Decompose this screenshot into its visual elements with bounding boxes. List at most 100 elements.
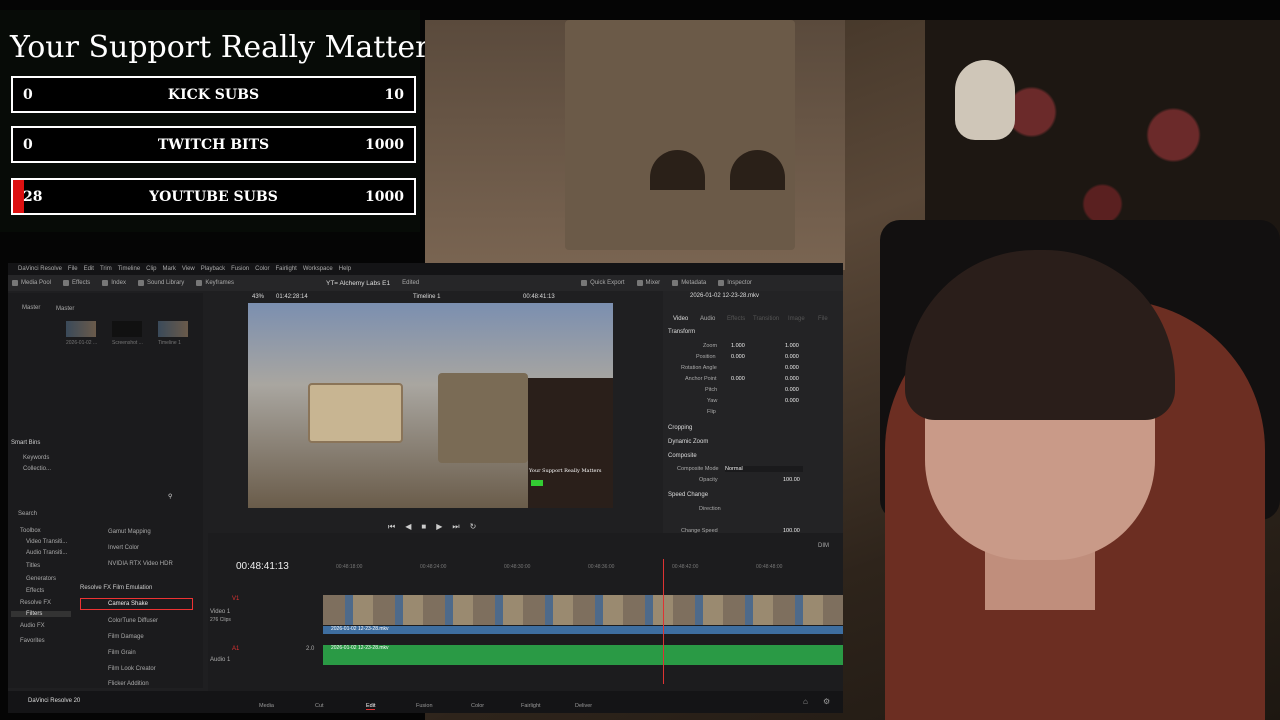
inspector-tab-effects[interactable]: Effects	[727, 316, 745, 322]
sound-library-button[interactable]: Sound Library	[137, 280, 184, 286]
zoom-y[interactable]: 1.000	[785, 343, 799, 349]
toolbox-item[interactable]: Video Transiti...	[26, 539, 67, 545]
timeline-name[interactable]: Timeline 1	[413, 294, 440, 300]
fx-item[interactable]: Film Look Creator	[108, 666, 156, 672]
menu-workspace[interactable]: Workspace	[303, 266, 333, 272]
effects-search-input[interactable]: Search	[18, 511, 37, 517]
dynamic-zoom-heading[interactable]: Dynamic Zoom	[668, 439, 708, 445]
mixer-button[interactable]: Mixer	[636, 280, 660, 286]
inspector-tab-transition[interactable]: Transition	[753, 316, 779, 322]
play-reverse-icon[interactable]: ◀	[405, 522, 411, 532]
search-icon[interactable]: ⚲	[168, 493, 172, 500]
index-button[interactable]: Index	[102, 280, 126, 286]
anchor-y[interactable]: 0.000	[785, 376, 799, 382]
fx-item[interactable]: Invert Color	[108, 545, 139, 551]
media-pool-button[interactable]: Media Pool	[12, 280, 51, 286]
menu-timeline[interactable]: Timeline	[118, 266, 140, 272]
settings-icon[interactable]: ⚙	[823, 697, 830, 706]
track-v1-label[interactable]: V1	[232, 596, 239, 602]
openfx-item[interactable]: Favorites	[20, 638, 45, 644]
effects-button[interactable]: Effects	[63, 280, 90, 286]
menu-edit[interactable]: Edit	[84, 266, 94, 272]
clip-thumbnail[interactable]	[112, 321, 142, 337]
skip-forward-icon[interactable]: ⏭	[452, 522, 459, 532]
page-fairlight[interactable]: Fairlight	[521, 703, 541, 709]
page-deliver[interactable]: Deliver	[575, 703, 592, 709]
composite-heading[interactable]: Composite	[668, 453, 697, 459]
toolbox-item[interactable]: Effects	[26, 588, 44, 594]
smart-bin-collections[interactable]: Collectio...	[23, 466, 51, 472]
composite-mode-select[interactable]: Normal	[725, 466, 803, 472]
page-media[interactable]: Media	[259, 703, 274, 709]
play-icon[interactable]: ▶	[436, 522, 442, 532]
timeline-thumbnail[interactable]	[158, 321, 188, 337]
fx-item[interactable]: Film Damage	[108, 634, 144, 640]
fx-item[interactable]: NVIDIA RTX Video HDR	[108, 561, 173, 567]
menu-color[interactable]: Color	[255, 266, 269, 272]
openfx-item[interactable]: Resolve FX	[20, 600, 51, 606]
menu-app[interactable]: DaVinci Resolve	[18, 266, 62, 272]
yaw-value[interactable]: 0.000	[785, 398, 799, 404]
menu-help[interactable]: Help	[339, 266, 351, 272]
toolbox-item[interactable]: Toolbox	[20, 528, 41, 534]
pitch-value[interactable]: 0.000	[785, 387, 799, 393]
menu-trim[interactable]: Trim	[100, 266, 112, 272]
openfx-filters[interactable]: Filters	[11, 611, 71, 617]
menu-view[interactable]: View	[182, 266, 195, 272]
toolbox-item[interactable]: Audio Transiti...	[26, 550, 67, 556]
menu-fusion[interactable]: Fusion	[231, 266, 249, 272]
page-fusion[interactable]: Fusion	[416, 703, 433, 709]
anchor-x[interactable]: 0.000	[731, 376, 745, 382]
stop-icon[interactable]: ■	[421, 522, 426, 532]
menu-playback[interactable]: Playback	[201, 266, 225, 272]
keyframes-button[interactable]: Keyframes	[196, 280, 234, 286]
page-edit[interactable]: Edit	[366, 703, 376, 710]
fx-item[interactable]: Film Grain	[108, 650, 136, 656]
inspector-tab-audio[interactable]: Audio	[700, 316, 715, 322]
inspector-tab-image[interactable]: Image	[788, 316, 805, 322]
skip-back-icon[interactable]: ⏮	[388, 522, 395, 532]
playhead[interactable]	[663, 559, 664, 684]
position-x[interactable]: 0.000	[731, 354, 745, 360]
inspector-tab-video[interactable]: Video	[673, 316, 688, 322]
inspector-button[interactable]: Inspector	[718, 280, 752, 286]
timeline-viewer[interactable]: Your Support Really Matters	[248, 303, 613, 508]
track-a1-label[interactable]: A1	[232, 646, 239, 652]
video-clip-label[interactable]: 2026-01-02 12-23-28.mkv	[323, 626, 843, 634]
video-clips[interactable]	[323, 595, 843, 625]
position-y[interactable]: 0.000	[785, 354, 799, 360]
smart-bin-keywords[interactable]: Keywords	[23, 455, 49, 461]
menu-fairlight[interactable]: Fairlight	[275, 266, 296, 272]
clip-thumbnail[interactable]	[66, 321, 96, 337]
fx-item[interactable]: ColorTune Diffuser	[108, 618, 158, 624]
page-cut[interactable]: Cut	[315, 703, 324, 709]
fx-camera-shake[interactable]: Camera Shake	[80, 598, 193, 610]
audio-clip[interactable]: 2026-01-02 12-23-28.mkv	[323, 645, 843, 665]
toolbox-item[interactable]: Titles	[26, 563, 40, 569]
home-icon[interactable]: ⌂	[803, 697, 808, 706]
metadata-label: Metadata	[681, 280, 707, 286]
tab-master-bin[interactable]: Master	[56, 306, 74, 312]
inspector-tab-file[interactable]: File	[818, 316, 828, 322]
tab-master[interactable]: Master	[22, 305, 40, 311]
cropping-heading[interactable]: Cropping	[668, 425, 692, 431]
loop-icon[interactable]: ↻	[470, 522, 477, 532]
dim-button[interactable]: DIM	[818, 543, 829, 549]
speed-change-heading[interactable]: Speed Change	[668, 492, 708, 498]
rotation-value[interactable]: 0.000	[785, 365, 799, 371]
viewer-zoom[interactable]: 43%	[252, 294, 264, 300]
quick-export-button[interactable]: Quick Export	[581, 280, 625, 286]
opacity-value[interactable]: 100.00	[783, 477, 800, 483]
zoom-x[interactable]: 1.000	[731, 343, 745, 349]
transform-heading[interactable]: Transform	[668, 329, 695, 335]
fx-item[interactable]: Gamut Mapping	[108, 529, 151, 535]
toolbox-item[interactable]: Generators	[26, 576, 56, 582]
menu-mark[interactable]: Mark	[163, 266, 176, 272]
page-color[interactable]: Color	[471, 703, 484, 709]
openfx-item[interactable]: Audio FX	[20, 623, 45, 629]
menu-file[interactable]: File	[68, 266, 78, 272]
opacity-label: Opacity	[699, 477, 718, 483]
fx-item[interactable]: Flicker Addition	[108, 681, 149, 687]
menu-clip[interactable]: Clip	[146, 266, 156, 272]
metadata-button[interactable]: Metadata	[672, 280, 706, 286]
